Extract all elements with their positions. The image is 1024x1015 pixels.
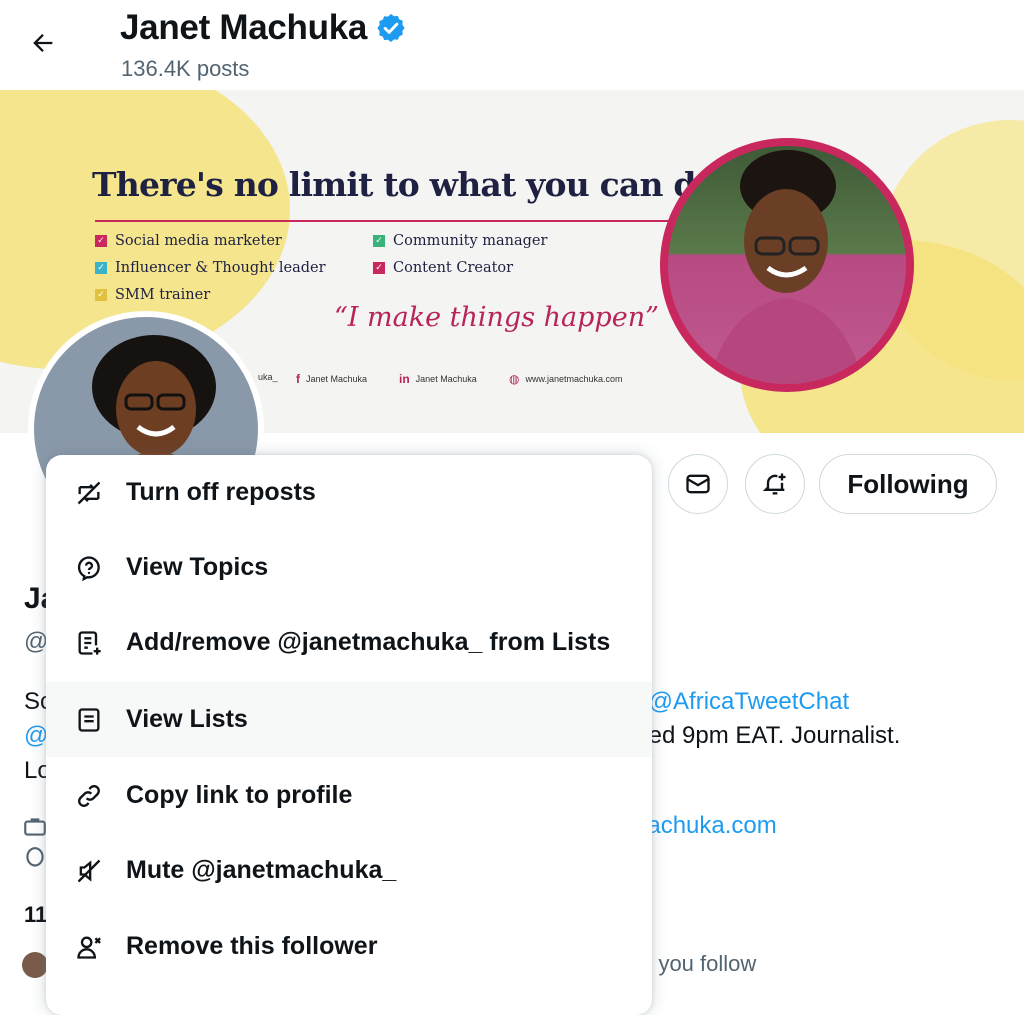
notify-button[interactable] [745,454,805,514]
menu-item-turn-off-reposts[interactable]: Turn off reposts [46,455,652,530]
menu-item-label: Remove this follower [126,932,378,960]
follower-avatar [22,952,48,978]
header-name-row: Janet Machuka [120,8,407,48]
profile-header: Janet Machuka 136.4K posts [0,0,1024,90]
link-icon [74,781,104,811]
menu-item-label: Turn off reposts [126,478,316,506]
message-button[interactable] [668,454,728,514]
arrow-left-icon [33,34,53,52]
menu-item-label: View Lists [126,705,248,733]
menu-item-label: Copy link to profile [126,781,353,809]
banner-role: ✓ Community manager [373,233,547,249]
menu-item-remove-follower[interactable]: Remove this follower [46,909,652,984]
lists-icon [74,705,104,735]
banner-role: ✓ SMM trainer [95,287,210,303]
globe-icon: ◍ [509,372,520,386]
followers-you-follow-fragment[interactable]: rs you follow [634,951,756,977]
linkedin-icon: in [399,372,410,386]
menu-item-mute[interactable]: Mute @janetmachuka_ [46,833,652,908]
bio-line-1: r @AfricaTweetChat [634,688,849,716]
banner-role: ✓ Content Creator [373,260,513,276]
menu-item-add-remove-lists[interactable]: Add/remove @janetmachuka_ from Lists [46,605,652,680]
banner-photo [660,138,914,392]
menu-item-label: Add/remove @janetmachuka_ from Lists [126,628,611,656]
mute-icon [74,856,104,886]
banner-social-x: uka_ [258,372,278,382]
topics-icon [74,553,104,583]
menu-item-label: Mute @janetmachuka_ [126,856,397,884]
balloon-icon [22,846,48,877]
banner-divider [95,220,670,222]
banner-headline: There's no limit to what you can do. [92,165,728,204]
bell-plus-icon [762,473,786,495]
envelope-icon [686,474,710,494]
briefcase-icon [22,814,48,845]
banner-social-facebook: f Janet Machuka [296,372,368,386]
menu-item-view-lists[interactable]: View Lists [46,682,652,757]
remove-follower-icon [74,932,104,962]
header-post-count: 136.4K posts [121,56,250,81]
bio-fragment[interactable]: @ [24,722,48,750]
menu-item-copy-link[interactable]: Copy link to profile [46,758,652,833]
following-button[interactable]: Following [819,454,997,514]
menu-item-label: View Topics [126,553,269,581]
back-button[interactable] [22,22,64,64]
website-link[interactable]: nachuka.com [634,812,777,840]
profile-more-menu: Turn off reposts View Topics Add/remove … [46,455,652,1015]
banner-social-website: ◍ www.janetmachuka.com [509,372,623,386]
list-add-icon [74,628,104,658]
banner-social-linkedin: in Janet Machuka [399,372,477,386]
banner-role: ✓ Social media marketer [95,233,282,249]
profile-handle-fragment: @ [24,628,49,655]
following-count-fragment[interactable]: 11 [24,902,47,928]
facebook-icon: f [296,372,300,386]
menu-item-view-topics[interactable]: View Topics [46,530,652,605]
banner-role: ✓ Influencer & Thought leader [95,260,326,276]
repost-off-icon [74,478,104,508]
bio-line-2: Ved 9pm EAT. Journalist. [634,722,901,749]
verified-badge-icon [377,14,405,42]
header-name: Janet Machuka [120,8,368,47]
africatweetchat-link[interactable]: @AfricaTweetChat [649,688,849,715]
banner-quote: “I make things happen” [334,302,659,333]
